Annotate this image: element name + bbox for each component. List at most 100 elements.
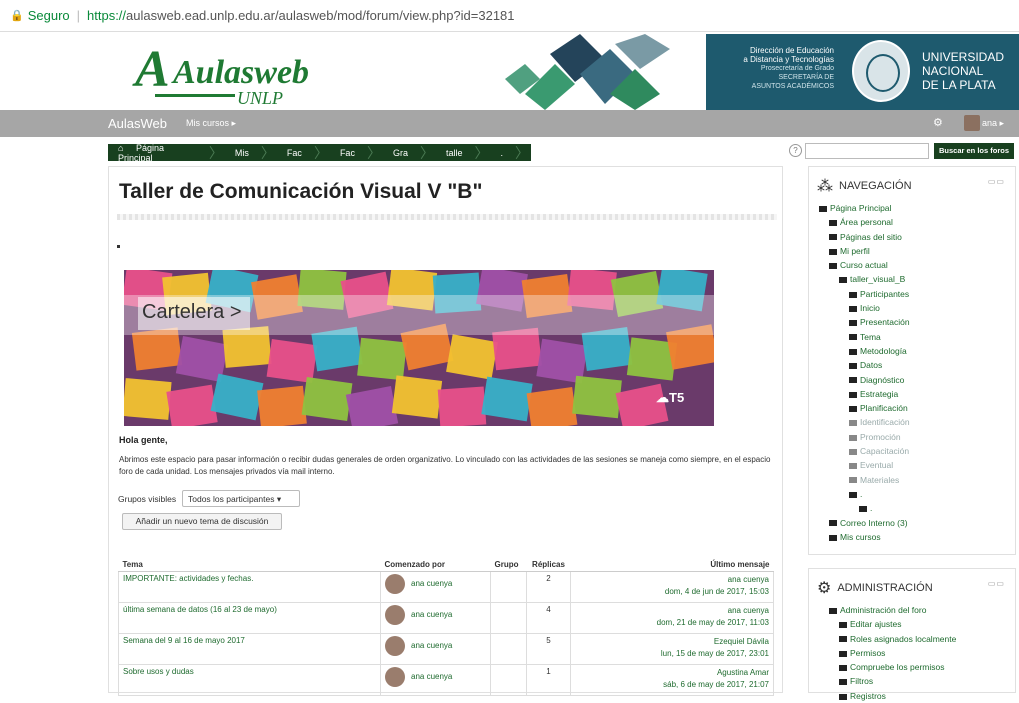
replies-count[interactable]: 2 [526,571,571,603]
tree-item[interactable]: Página Principal [809,201,1017,215]
tree-item[interactable]: Planificación [809,401,1017,415]
search-forums-button[interactable]: Buscar en los foros [934,143,1014,159]
group-cell [490,664,527,696]
browser-address-bar[interactable]: 🔒 Seguro | https:// aulasweb.ead.unlp.ed… [0,0,1019,32]
last-post-cell: ana cuenya dom, 4 de jun de 2017, 15:03 [570,571,774,603]
logo-text: Aulasweb [173,54,310,91]
breadcrumb-item[interactable]: Fac [277,148,312,158]
folder-icon [839,622,847,629]
tree-item[interactable]: Diagnóstico [809,373,1017,387]
folder-icon [849,334,857,341]
tree-item[interactable]: . [809,487,1017,501]
add-discussion-button[interactable]: Añadir un nuevo tema de discusión [122,513,282,530]
tree-item[interactable]: Compruebe los permisos [809,660,1017,674]
author-cell: ana cuenya [380,633,491,665]
tree-item[interactable]: Metodología [809,344,1017,358]
tree-item[interactable]: Datos [809,358,1017,372]
tree-item-label: Identificación [860,417,910,428]
topic-link[interactable]: Semana del 9 al 16 de mayo 2017 [118,633,381,665]
tree-item[interactable]: . [809,501,1017,515]
replies-count[interactable]: 5 [526,633,571,665]
tree-item[interactable]: Tema [809,330,1017,344]
folder-icon [839,679,847,686]
breadcrumb-item[interactable]: talle [436,148,473,158]
tree-item[interactable]: Curso actual [809,258,1017,272]
help-icon[interactable]: ? [789,144,802,157]
tree-item-label: taller_visual_B [850,274,906,285]
url-separator: | [76,8,81,23]
column-header-started-by[interactable]: Comenzado por [380,558,491,572]
tree-item[interactable]: Editar ajustes [809,617,1017,631]
tree-item-label: Promoción [860,431,901,442]
tree-item[interactable]: Administración del foro [809,603,1017,617]
user-avatar[interactable] [964,115,980,131]
tree-item[interactable]: Capacitación [809,444,1017,458]
folder-icon [849,363,857,370]
tree-item-label: Estrategia [860,388,899,399]
tree-item[interactable]: Materiales [809,473,1017,487]
topic-link[interactable]: última semana de datos (16 al 23 de mayo… [118,602,381,634]
administration-block: ⚙ ADMINISTRACIÓN ▭▭ Administración del fo… [808,568,1017,701]
folder-icon [849,377,857,384]
folder-icon [849,477,857,484]
avatar[interactable] [385,636,405,656]
avatar[interactable] [385,574,405,594]
block-controls-icon[interactable]: ▭▭ [988,177,1005,186]
topic-link[interactable]: IMPORTANTE: actividades y fechas. [118,571,381,603]
tree-item[interactable]: Presentación [809,315,1017,329]
tree-item-label: Diagnóstico [860,374,905,385]
tree-item-label: Correo Interno (3) [840,517,908,528]
tree-item[interactable]: Filtros [809,674,1017,688]
column-header-topic[interactable]: Tema [118,558,381,572]
user-menu[interactable]: ana ▸ [982,118,1004,129]
tree-item[interactable]: Roles asignados localmente [809,632,1017,646]
tree-item[interactable]: Permisos [809,646,1017,660]
tree-item-label: Planificación [860,403,908,414]
tree-item[interactable]: Identificación [809,415,1017,429]
title-divider [117,214,777,220]
tree-item[interactable]: Inicio [809,301,1017,315]
tree-item[interactable]: Mis cursos [809,530,1017,544]
chevron-right-icon: 〉 [419,144,434,161]
tree-item[interactable]: Registros [809,689,1017,703]
tree-item[interactable]: taller_visual_B [809,272,1017,286]
page-title: Taller de Comunicación Visual V "B" [119,180,483,203]
avatar[interactable] [385,667,405,687]
column-header-last-post[interactable]: Último mensaje [570,558,774,572]
tree-item[interactable]: Estrategia [809,387,1017,401]
tree-item[interactable]: Páginas del sitio [809,230,1017,244]
forum-search-input[interactable] [805,143,929,159]
my-courses-menu[interactable]: Mis cursos ▸ [186,118,236,129]
greeting-text: Hola gente, [119,435,168,445]
tree-item[interactable]: Promoción [809,430,1017,444]
group-cell [490,602,527,634]
breadcrumb-item[interactable]: Mis [225,148,259,158]
tree-item[interactable]: Participantes [809,287,1017,301]
tree-item-label: Curso actual [840,260,888,271]
tree-item[interactable]: Correo Interno (3) [809,516,1017,530]
block-controls-icon[interactable]: ▭▭ [988,579,1005,588]
gear-icon[interactable]: ⚙ [933,116,943,129]
groups-select[interactable]: Todos los participantes ▾ [182,490,300,507]
breadcrumb-item[interactable]: . [490,148,513,158]
breadcrumb-home[interactable]: ⌂ Página Principal [108,143,207,163]
column-header-replies[interactable]: Réplicas [526,558,571,572]
breadcrumb-item[interactable]: Gra [383,148,418,158]
replies-count[interactable]: 1 [526,664,571,696]
folder-icon [829,520,837,527]
tree-item-label: . [860,488,863,499]
logo-sub: UNLP [237,88,284,108]
breadcrumb-item[interactable]: Fac [330,148,365,158]
tree-item-label: Metodología [860,345,907,356]
aulasweb-logo[interactable]: A Aulasweb UNLP [135,44,309,109]
topic-link[interactable]: Sobre usos y dudas [118,664,381,696]
column-header-group[interactable]: Grupo [490,558,527,572]
replies-count[interactable]: 4 [526,602,571,634]
tree-item[interactable]: Área personal [809,215,1017,229]
tree-item[interactable]: Mi perfil [809,244,1017,258]
chevron-right-icon: 〉 [366,144,381,161]
avatar[interactable] [385,605,405,625]
tree-item[interactable]: Eventual [809,458,1017,472]
navbar-brand[interactable]: AulasWeb [108,116,167,131]
cartelera-banner-image: Cartelera > ☁T5 [124,270,714,426]
